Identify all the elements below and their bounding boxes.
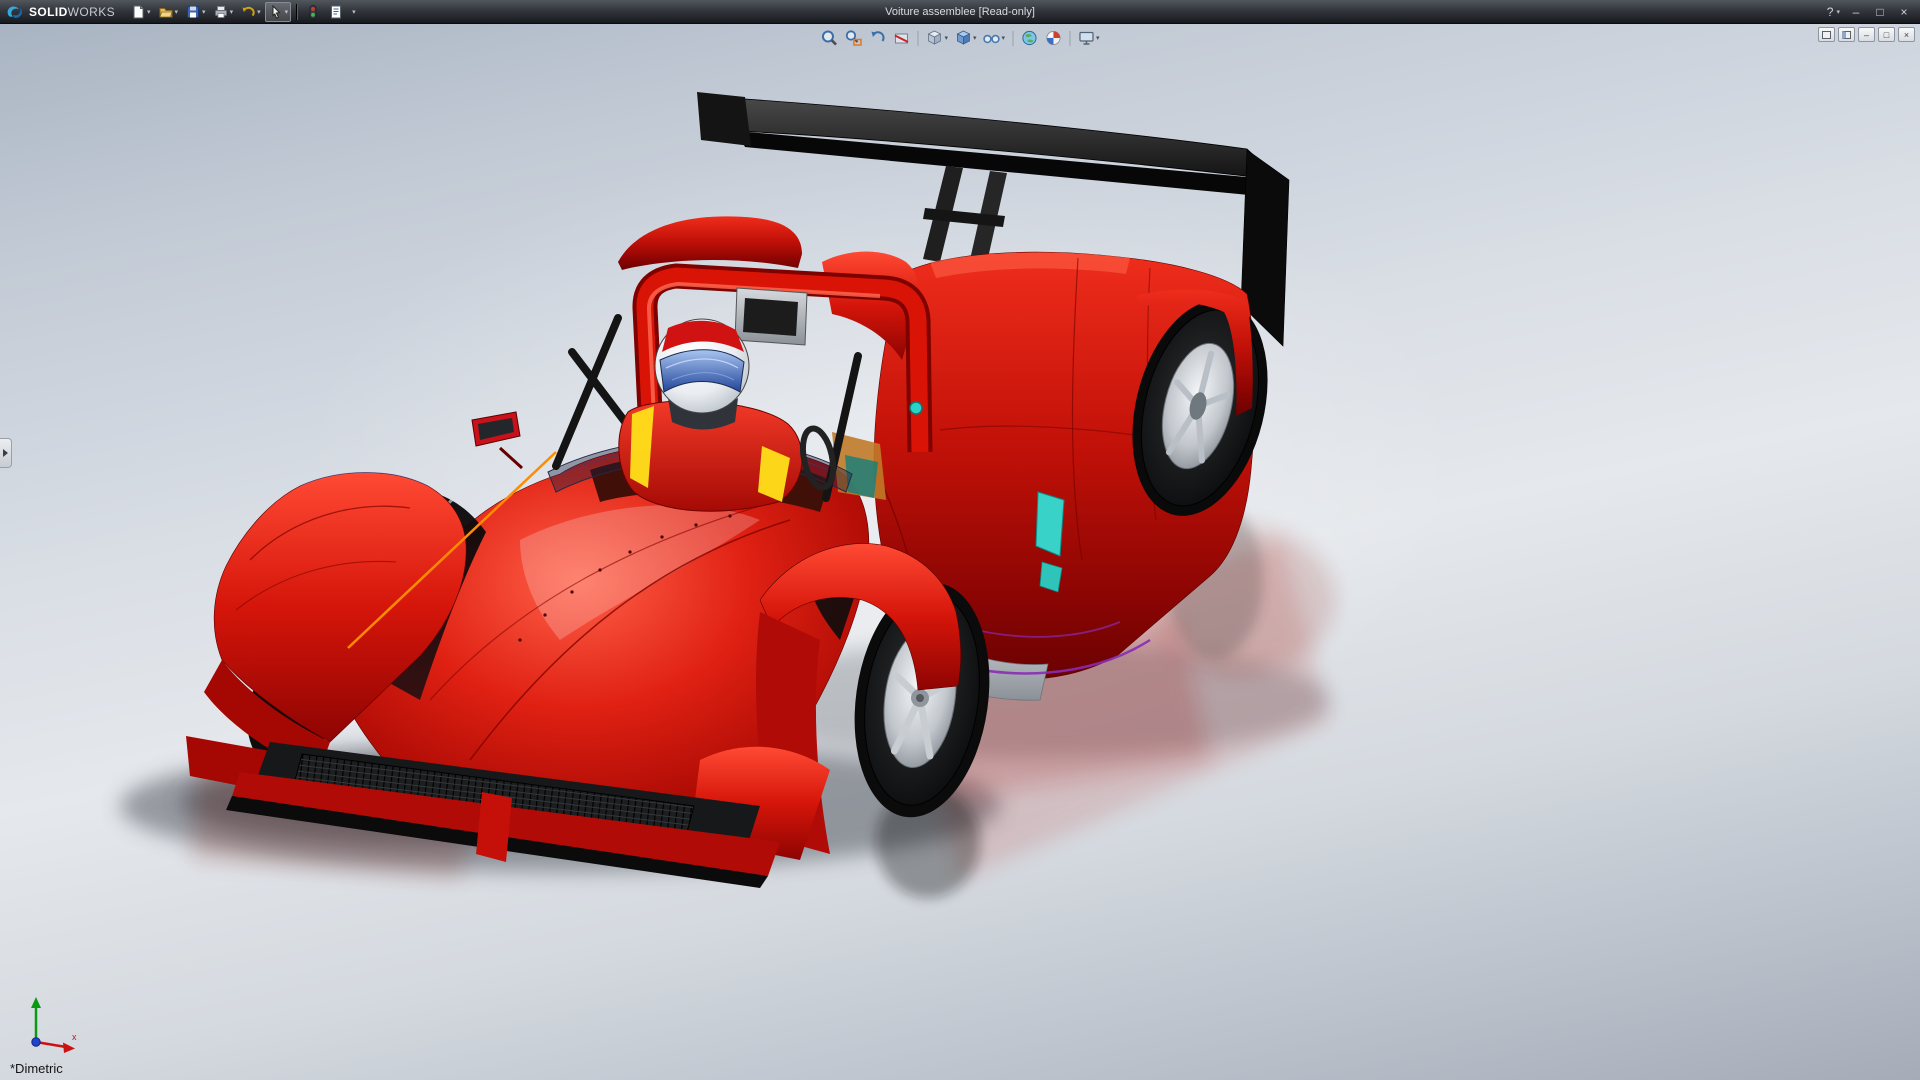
undo-icon — [242, 6, 255, 16]
dropdown-arrow-icon[interactable]: ▾ — [257, 8, 261, 16]
zoom-to-fit-icon — [821, 30, 837, 46]
previous-view-button[interactable] — [866, 27, 888, 49]
show-feature-tree-button[interactable] — [1818, 27, 1835, 42]
zoom-to-area-icon — [845, 30, 862, 46]
model-scene[interactable] — [0, 24, 1920, 1080]
new-button[interactable]: ▾ — [127, 2, 154, 22]
document-minimize-button[interactable]: – — [1858, 27, 1875, 42]
edit-appearance-button[interactable] — [1042, 27, 1064, 49]
dropdown-arrow-icon[interactable]: ▾ — [1096, 34, 1100, 42]
dropdown-arrow-icon[interactable]: ▾ — [230, 8, 234, 16]
reference-triad: x — [31, 997, 77, 1053]
maximize-button[interactable]: □ — [1872, 5, 1888, 19]
file-properties-button[interactable] — [325, 2, 347, 22]
x-axis-arrowhead — [63, 1042, 75, 1053]
zoom-to-fit-button[interactable] — [818, 27, 840, 49]
show-display-pane-button[interactable] — [1838, 27, 1855, 42]
mirror-stalk — [498, 446, 524, 470]
edit-appearance-sphere-icon — [1046, 31, 1061, 45]
cyan-fitting[interactable] — [909, 401, 923, 415]
panel-left-icon — [1822, 30, 1831, 39]
view-orientation-button[interactable]: ▾ — [923, 27, 950, 49]
apply-scene-button[interactable] — [1018, 27, 1040, 49]
document-close-button[interactable]: × — [1898, 27, 1915, 42]
print-button[interactable]: ▾ — [210, 2, 237, 22]
help-button[interactable]: ? ▾ — [1827, 5, 1840, 19]
help-label: ? — [1826, 4, 1834, 19]
wing-endplate-left[interactable] — [697, 92, 751, 146]
featuremanager-flyout-tab[interactable] — [0, 438, 12, 468]
print-icon — [214, 5, 227, 18]
dropdown-arrow-icon[interactable]: ▾ — [352, 8, 356, 16]
new-document-icon — [133, 5, 144, 18]
titlebar: SOLIDWORKS ▾ ▾ ▾ ▾ ▾ ▾ ▾ Voiture assembl… — [0, 0, 1920, 24]
zoom-to-area-button[interactable] — [842, 27, 864, 49]
toolbar-separator — [1069, 30, 1071, 46]
close-button[interactable]: × — [1896, 5, 1912, 19]
section-view-icon — [894, 33, 909, 44]
3ds-logo-icon — [7, 6, 22, 18]
view-settings-button[interactable]: ▾ — [1075, 27, 1102, 49]
select-button[interactable]: ▾ — [264, 1, 292, 22]
dropdown-arrow-icon[interactable]: ▾ — [973, 34, 977, 42]
view-settings-icon — [1078, 31, 1094, 45]
window-title: Voiture assemblee [Read-only] — [885, 5, 1035, 18]
previous-view-icon — [871, 31, 885, 42]
hide-show-items-button[interactable]: ▾ — [981, 27, 1008, 49]
minimize-button[interactable]: – — [1848, 5, 1864, 19]
dropdown-arrow-icon[interactable]: ▾ — [147, 8, 151, 16]
section-view-button[interactable] — [890, 27, 912, 49]
hide-show-glasses-icon — [983, 34, 1000, 44]
center-pylon — [476, 792, 512, 862]
rebuild-trafficlight-icon — [309, 4, 317, 19]
flyout-arrow-icon — [3, 449, 8, 457]
apply-scene-globe-icon — [1021, 30, 1037, 46]
select-cursor-icon — [272, 4, 281, 19]
view-orientation-cube-icon — [927, 30, 942, 45]
file-properties-icon — [331, 5, 342, 18]
z-axis — [31, 1037, 41, 1047]
document-restore-button[interactable]: □ — [1878, 27, 1895, 42]
view-orientation-label: *Dimetric — [10, 1061, 63, 1076]
toolbar-options-button[interactable]: ▾ — [348, 2, 359, 22]
display-style-button[interactable]: ▾ — [952, 27, 979, 49]
main-toolbar: ▾ ▾ ▾ ▾ ▾ ▾ ▾ — [127, 1, 359, 22]
dropdown-arrow-icon[interactable]: ▾ — [1002, 34, 1006, 42]
rebuild-button[interactable] — [302, 2, 324, 22]
toolbar-separator — [1012, 30, 1014, 46]
x-axis-label: x — [72, 1032, 77, 1042]
undo-button[interactable]: ▾ — [237, 2, 264, 22]
dropdown-arrow-icon[interactable]: ▾ — [175, 8, 179, 16]
dropdown-arrow-icon[interactable]: ▾ — [202, 8, 206, 16]
panel-split-icon — [1842, 30, 1851, 39]
open-folder-icon — [158, 7, 173, 17]
brand-works: WORKS — [67, 4, 116, 19]
y-axis-arrowhead — [31, 997, 41, 1008]
toolbar-separator — [296, 3, 298, 20]
open-button[interactable]: ▾ — [155, 2, 182, 22]
dropdown-arrow-icon[interactable]: ▾ — [944, 34, 948, 42]
window-controls: ? ▾ – □ × — [1827, 5, 1920, 19]
headsup-view-toolbar: ▾ ▾ ▾ ▾ — [818, 27, 1101, 49]
toolbar-separator — [917, 30, 919, 46]
hoop-intake-opening — [743, 298, 798, 336]
save-button[interactable]: ▾ — [182, 2, 209, 22]
brand-wordmark: SOLIDWORKS — [29, 5, 115, 19]
document-window-controls: – □ × — [1818, 27, 1915, 42]
brand: SOLIDWORKS — [0, 4, 127, 20]
brand-solid: SOLID — [29, 4, 68, 19]
side-window[interactable] — [1035, 491, 1065, 557]
solidworks-window: SOLIDWORKS ▾ ▾ ▾ ▾ ▾ ▾ ▾ Voiture assembl… — [0, 0, 1920, 1080]
graphics-viewport[interactable]: ▾ ▾ ▾ ▾ – □ × x *Dimetric — [0, 24, 1920, 1080]
save-floppy-icon — [187, 5, 200, 18]
display-style-icon — [956, 30, 970, 45]
dropdown-arrow-icon: ▾ — [1836, 8, 1840, 16]
dropdown-arrow-icon[interactable]: ▾ — [285, 8, 289, 16]
rear-deck-left[interactable] — [618, 216, 802, 270]
